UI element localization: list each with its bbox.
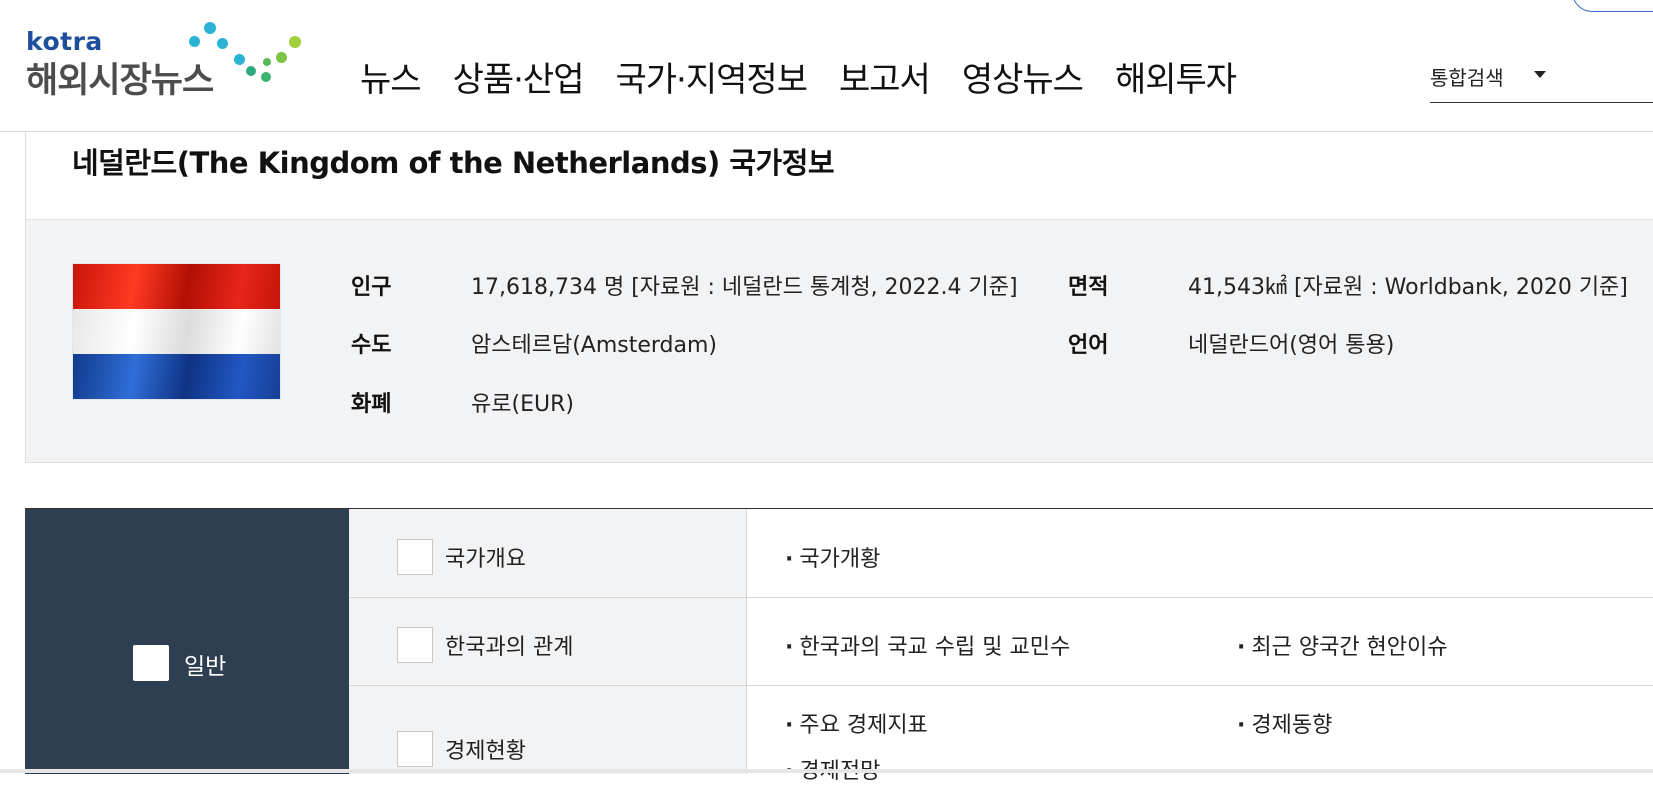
- subcategory-label: 국가개요: [445, 547, 526, 572]
- subcategory-checkbox[interactable]: [397, 627, 433, 663]
- nav-products-industry[interactable]: 상품·산업: [453, 52, 585, 101]
- area-value: 41,543㎢ [자료원 : Worldbank, 2020 기준]: [1188, 275, 1628, 300]
- nav-overseas-investment[interactable]: 해외투자: [1115, 52, 1237, 101]
- netherlands-flag-icon: [73, 264, 280, 399]
- top-right-button[interactable]: [1572, 0, 1653, 12]
- country-info-menu-table: 일반 국가개요 국가개황 한국과의 관계 한국과의 국교 수립 및 교민수 최근…: [25, 508, 1653, 784]
- logo-dot: [289, 36, 301, 48]
- horizontal-scrollbar[interactable]: [0, 769, 1653, 773]
- link-item[interactable]: 주요 경제지표: [785, 707, 927, 739]
- category-checkbox[interactable]: [133, 645, 169, 681]
- link-item[interactable]: 경제동향: [1237, 707, 1332, 739]
- search-scope-select[interactable]: 통합검색: [1430, 58, 1653, 103]
- country-info-box: 인구 17,618,734 명 [자료원 : 네덜란드 통계청, 2022.4 …: [25, 219, 1653, 463]
- language-value: 네덜란드어(영어 통용): [1188, 333, 1395, 358]
- population-label: 인구: [351, 275, 392, 300]
- category-label: 일반: [184, 654, 227, 680]
- currency-label: 화폐: [351, 392, 392, 417]
- main-nav: 뉴스 상품·산업 국가·지역정보 보고서 영상뉴스 해외투자: [360, 52, 1268, 101]
- currency-value: 유로(EUR): [471, 392, 574, 417]
- subcategory-label: 경제현황: [445, 739, 526, 764]
- population-value: 17,618,734 명 [자료원 : 네덜란드 통계청, 2022.4 기준]: [471, 275, 1018, 300]
- logo-dot: [234, 54, 245, 65]
- logo-dot: [217, 38, 228, 49]
- kotra-logo[interactable]: kotra 해외시장뉴스: [26, 22, 316, 102]
- capital-value: 암스테르담(Amsterdam): [471, 333, 718, 358]
- caret-down-icon: [1534, 71, 1546, 78]
- logo-dot: [263, 58, 271, 66]
- capital-label: 수도: [351, 333, 392, 358]
- nav-country-region[interactable]: 국가·지역정보: [616, 52, 808, 101]
- page-title: 네덜란드(The Kingdom of the Netherlands) 국가정…: [72, 146, 835, 180]
- site-header: kotra 해외시장뉴스 뉴스 상품·산업 국가·지역정보 보고서 영상뉴스 해…: [0, 0, 1653, 132]
- nav-video-news[interactable]: 영상뉴스: [962, 52, 1084, 101]
- language-label: 언어: [1068, 333, 1109, 358]
- subcategory-checkbox[interactable]: [397, 731, 433, 767]
- link-item[interactable]: 최근 양국간 현안이슈: [1237, 629, 1447, 661]
- category-cell-general: 일반: [25, 509, 349, 774]
- subcategory-label: 한국과의 관계: [445, 635, 574, 660]
- subcategory-checkbox[interactable]: [397, 539, 433, 575]
- nav-news[interactable]: 뉴스: [360, 52, 422, 101]
- logo-dot: [246, 66, 256, 76]
- row-divider: [349, 685, 1653, 686]
- logo-dot: [204, 22, 216, 34]
- area-label: 면적: [1068, 275, 1109, 300]
- logo-dot: [261, 72, 271, 82]
- search-scope-label: 통합검색: [1430, 66, 1504, 90]
- link-item[interactable]: 한국과의 국교 수립 및 교민수: [785, 629, 1070, 661]
- logo-dot: [189, 36, 200, 47]
- nav-reports[interactable]: 보고서: [839, 52, 931, 101]
- link-item[interactable]: 국가개황: [785, 541, 880, 573]
- logo-title-text: 해외시장뉴스: [26, 61, 214, 101]
- row-divider: [349, 597, 1653, 598]
- logo-dot: [276, 52, 287, 63]
